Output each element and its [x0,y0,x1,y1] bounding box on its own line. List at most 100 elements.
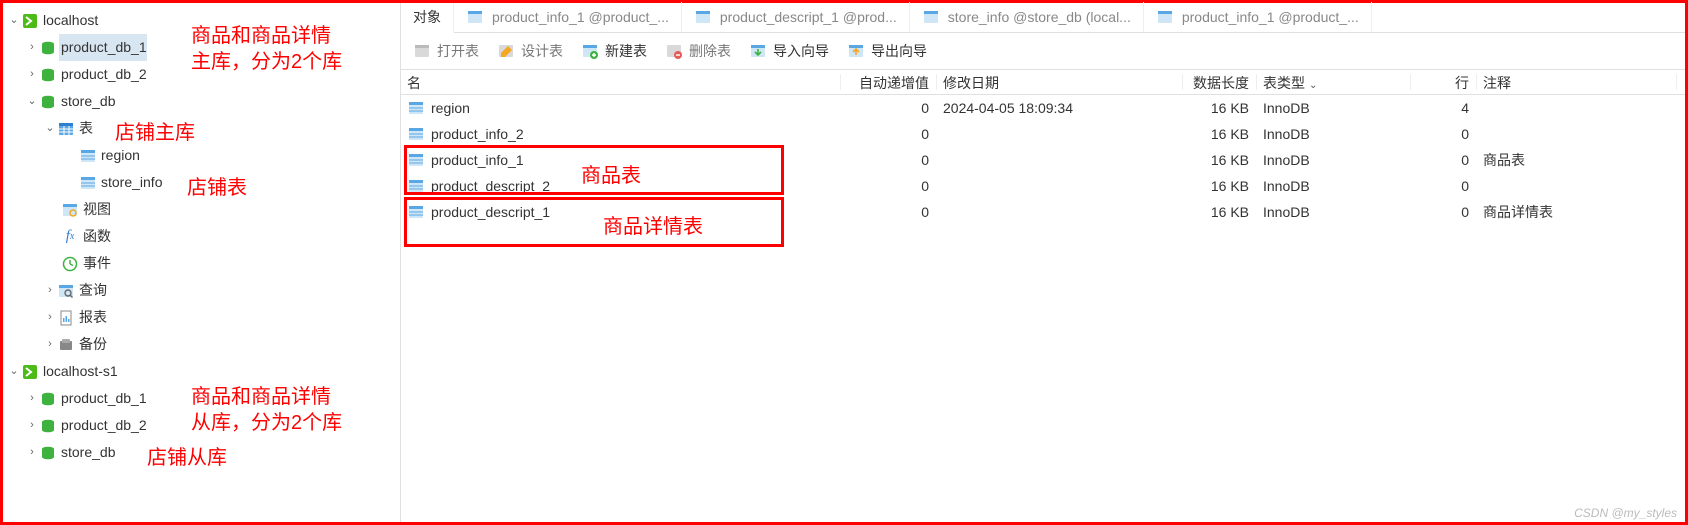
chevron-right-icon[interactable]: › [43,277,57,304]
cell-name: region [431,95,470,121]
btn-label: 打开表 [437,41,479,61]
cell-rows: 0 [1411,147,1477,173]
table-row[interactable]: product_descript_2016 KBInnoDB0 [401,173,1685,199]
cell-name: product_info_2 [431,121,524,147]
chevron-down-icon[interactable]: ⌄ [7,358,21,385]
tree-db-store_db-s1[interactable]: › store_db [3,439,400,466]
col-table-type[interactable]: 表类型⌄ [1257,70,1411,94]
new-table-button[interactable]: 新建表 [573,35,655,67]
chevron-right-icon[interactable]: › [25,61,39,88]
cell-name: product_descript_2 [431,173,550,199]
tree-conn-localhost-s1[interactable]: ⌄ localhost-s1 [3,358,400,385]
tree-backup[interactable]: › 备份 [3,331,400,358]
chevron-down-icon[interactable]: ⌄ [43,115,57,142]
chevron-right-icon[interactable]: › [25,439,39,466]
database-icon [39,390,57,408]
cell-comment: 商品详情表 [1477,199,1677,225]
tree-functions[interactable]: fx 函数 [3,223,400,250]
btn-label: 导入向导 [773,41,829,61]
col-comment[interactable]: 注释 [1477,70,1677,94]
tree-conn-localhost[interactable]: ⌄ localhost [3,7,400,34]
tab-product_info_1b[interactable]: product_info_1 @product_... [1144,2,1372,32]
import-wizard-button[interactable]: 导入向导 [741,35,837,67]
chevron-right-icon[interactable]: › [25,412,39,439]
chevron-right-icon[interactable]: › [43,331,57,358]
cell-rows: 0 [1411,121,1477,147]
col-modify-date[interactable]: 修改日期 [937,70,1183,94]
tree-table-store_info[interactable]: store_info [3,169,400,196]
tree-tables-folder[interactable]: ⌄ 表 [3,115,400,142]
table-icon [1156,8,1174,26]
table-label: store_info [99,169,162,196]
cell-type: InnoDB [1257,173,1411,199]
cell-auto: 0 [841,199,937,225]
tree-queries[interactable]: › 查询 [3,277,400,304]
table-icon [407,177,425,195]
database-icon [39,39,57,57]
cell-rows: 4 [1411,95,1477,121]
folder-label: 表 [77,115,93,142]
tree-db-label: product_db_2 [59,61,147,88]
table-icon [466,8,484,26]
cell-type: InnoDB [1257,199,1411,225]
report-icon [57,309,75,327]
table-row[interactable]: product_descript_1016 KBInnoDB0商品详情表 [401,199,1685,225]
col-rows[interactable]: 行 [1411,70,1477,94]
tree-db-label: store_db [59,439,115,466]
cell-size: 16 KB [1183,147,1257,173]
chevron-right-icon[interactable]: › [25,34,39,61]
tree-views[interactable]: 视图 [3,196,400,223]
database-icon [39,66,57,84]
tree-db-product_db_1[interactable]: › product_db_1 [3,34,400,61]
tables-folder-icon [57,120,75,138]
folder-label: 函数 [81,223,111,250]
new-table-icon [581,42,599,60]
tree-db-product_db_1-s1[interactable]: › product_db_1 [3,385,400,412]
chevron-right-icon[interactable]: › [25,385,39,412]
cell-date: 2024-04-05 18:09:34 [937,95,1183,121]
folder-label: 报表 [77,304,107,331]
sort-indicator-icon: ⌄ [1309,80,1317,91]
design-table-icon [497,42,515,60]
cell-size: 16 KB [1183,199,1257,225]
table-row[interactable]: product_info_1016 KBInnoDB0商品表 [401,147,1685,173]
open-table-button[interactable]: 打开表 [405,35,487,67]
tree-conn-label: localhost [41,7,98,34]
tab-objects[interactable]: 对象 [401,3,454,33]
tree-table-region[interactable]: region [3,142,400,169]
folder-label: 视图 [81,196,111,223]
open-table-icon [413,42,431,60]
tree-db-product_db_2[interactable]: › product_db_2 [3,61,400,88]
col-name[interactable]: 名 [401,70,841,94]
connection-icon [21,12,39,30]
chevron-right-icon[interactable]: › [43,304,57,331]
tab-label: product_info_1 @product_... [492,2,669,32]
table-label: region [99,142,140,169]
design-table-button[interactable]: 设计表 [489,35,571,67]
connection-tree-panel: ⌄ localhost › product_db_1 › product_db_… [3,3,401,522]
tree-events[interactable]: 事件 [3,250,400,277]
col-data-size[interactable]: 数据长度 [1183,70,1257,94]
tab-store_info[interactable]: store_info @store_db (local... [910,2,1144,32]
chevron-down-icon[interactable]: ⌄ [25,88,39,115]
delete-table-icon [665,42,683,60]
table-row[interactable]: product_info_2016 KBInnoDB0 [401,121,1685,147]
cell-name: product_descript_1 [431,199,550,225]
table-row[interactable]: region02024-04-05 18:09:3416 KBInnoDB4 [401,95,1685,121]
cell-auto: 0 [841,121,937,147]
tab-product_descript_1[interactable]: product_descript_1 @prod... [682,2,910,32]
chevron-down-icon[interactable]: ⌄ [7,7,21,34]
tree-db-store_db[interactable]: ⌄ store_db [3,88,400,115]
cell-name: product_info_1 [431,147,524,173]
tab-product_info_1[interactable]: product_info_1 @product_... [454,2,682,32]
cell-rows: 0 [1411,173,1477,199]
cell-type: InnoDB [1257,121,1411,147]
col-auto-increment[interactable]: 自动递增值 [841,70,937,94]
tree-db-product_db_2-s1[interactable]: › product_db_2 [3,412,400,439]
export-wizard-button[interactable]: 导出向导 [839,35,935,67]
tree-reports[interactable]: › 报表 [3,304,400,331]
database-icon [39,93,57,111]
cell-size: 16 KB [1183,173,1257,199]
cell-auto: 0 [841,173,937,199]
delete-table-button[interactable]: 删除表 [657,35,739,67]
